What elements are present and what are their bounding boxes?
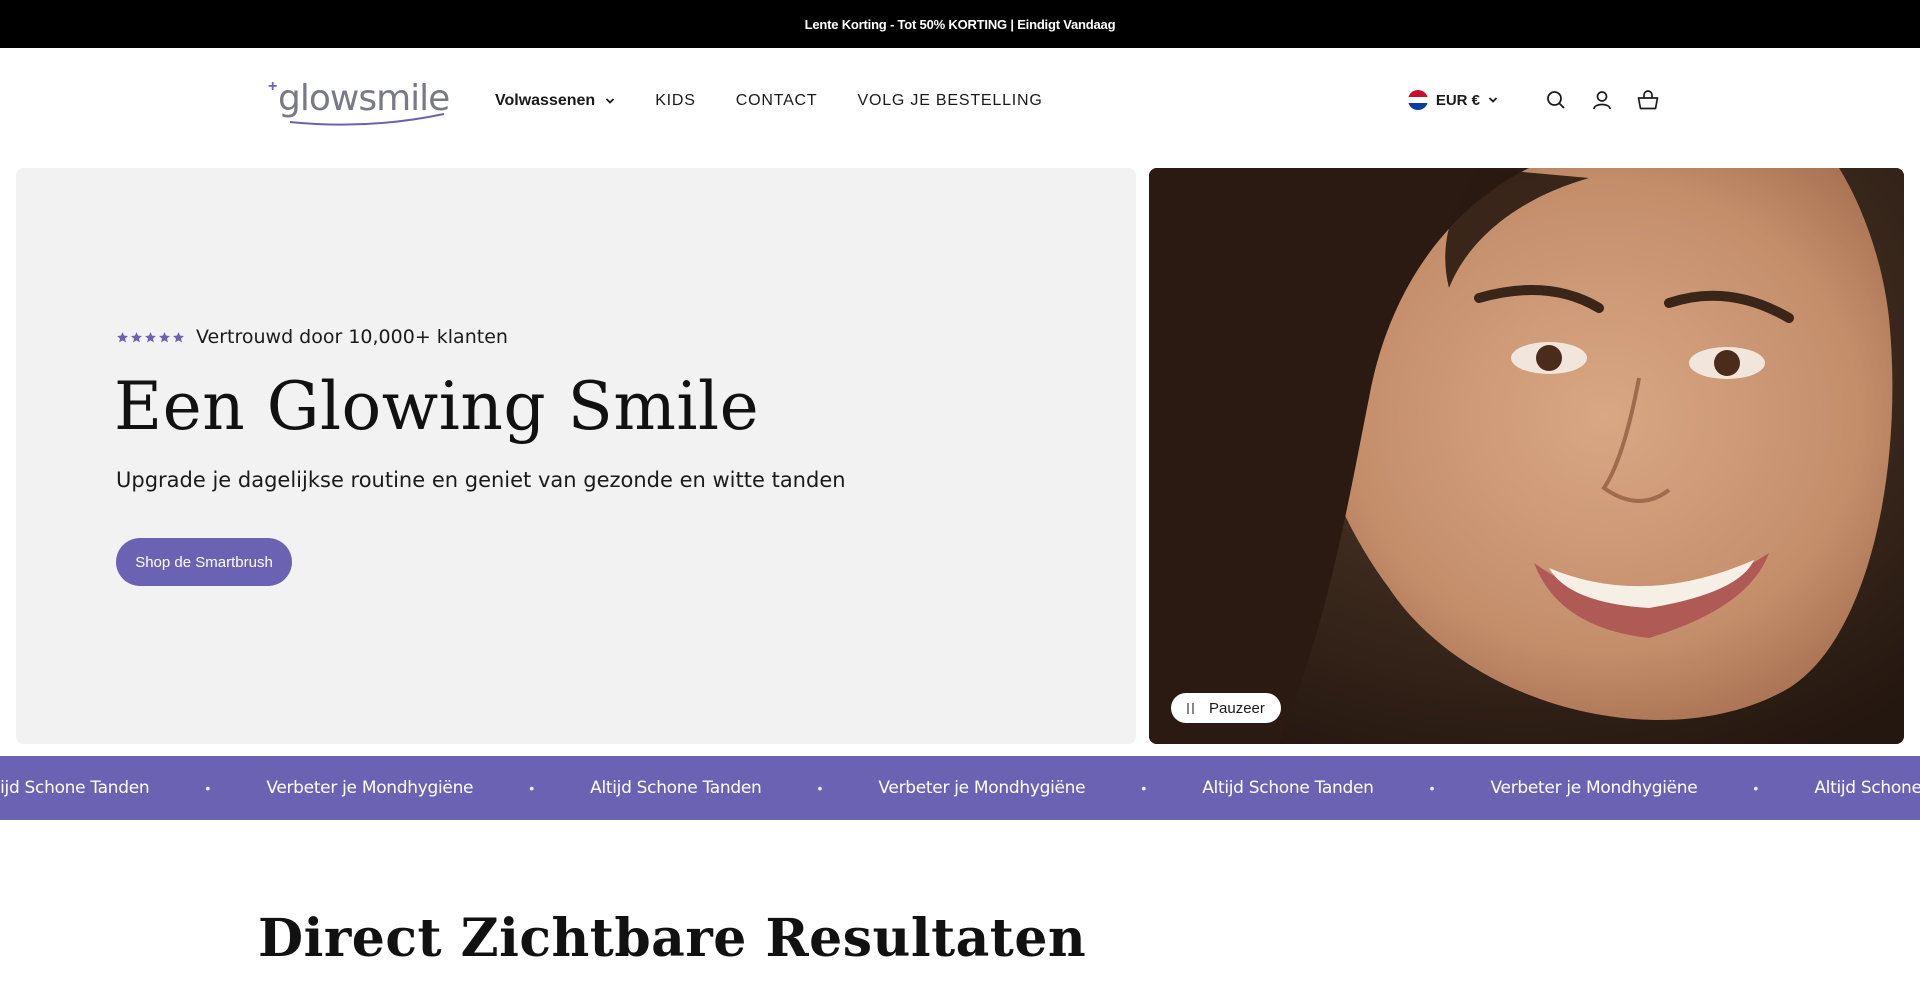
logo[interactable]: + glowsmile [268,78,450,126]
search-icon[interactable] [1544,88,1568,112]
star-icon [159,331,170,342]
shop-smartbrush-button[interactable]: Shop de Smartbrush [116,538,292,586]
account-icon[interactable] [1590,88,1614,112]
netherlands-flag-icon [1407,90,1428,110]
cart-icon[interactable] [1636,88,1660,112]
hero-title: Een Glowing Smile [114,368,760,445]
marquee-separator: • [1753,780,1759,796]
marquee-item: Verbeter je Mondhygiëne [266,778,474,798]
marquee-track: Altijd Schone Tanden • Verbeter je Mondhyg… [0,756,1920,820]
marquee-separator: • [1429,780,1435,796]
currency-selector[interactable]: EUR € [1407,90,1498,110]
hero-image: Pauzeer [1149,168,1904,744]
pause-button[interactable]: Pauzeer [1171,693,1281,723]
benefits-marquee: Altijd Schone Tanden • Verbeter je Mondhyg… [0,756,1920,820]
nav-item-kids[interactable]: KIDS [655,92,696,110]
rating: Vertrouwd door 10,000+ klanten [116,326,508,348]
star-icon [131,331,142,342]
marquee-item: Altijd Schone Tanden [590,778,762,798]
pause-label: Pauzeer [1209,699,1265,717]
pause-icon [1187,702,1197,714]
logo-swoosh-icon [289,113,445,126]
nav-item-contact[interactable]: CONTACT [736,92,818,110]
marquee-item: Verbeter je Mondhygiëne [1490,778,1698,798]
hero-subtitle: Upgrade je dagelijkse routine en geniet … [116,468,846,492]
marquee-item: Altijd Schone Tanden [0,778,150,798]
header-actions: EUR € [1407,88,1660,112]
star-icon [117,331,128,342]
nav-item-label: CONTACT [735,92,818,109]
marquee-item: Altijd Schone Tanden [1202,778,1374,798]
marquee-item: Verbeter je Mondhygiëne [878,778,1086,798]
announcement-bar: Lente Korting - Tot 50% KORTING | Eindig… [0,0,1920,48]
nav-item-label: KIDS [655,92,696,109]
chevron-down-icon [606,98,615,104]
marquee-separator: • [817,780,823,796]
smiling-woman-photo [1149,168,1904,744]
section-title: Direct Zichtbare Resultaten [258,908,1087,969]
currency-label: EUR € [1435,91,1480,109]
nav-item-volwassenen[interactable]: Volwassenen [495,92,615,110]
marquee-separator: • [205,780,211,796]
star-icon [173,331,184,342]
logo-sparkle-icon: + [268,78,278,95]
nav-item-label: Volwassenen [495,92,596,109]
nav-item-label: VOLG JE BESTELLING [857,92,1043,109]
hero-content-panel: Vertrouwd door 10,000+ klanten Een Glowi… [16,168,1136,744]
nav-item-track-order[interactable]: VOLG JE BESTELLING [857,92,1042,110]
marquee-separator: • [529,780,535,796]
site-header: + glowsmile Volwassenen KIDS CONTACT VOL… [0,48,1920,168]
marquee-separator: • [1141,780,1147,796]
marquee-item: Altijd Schone Tanden [1814,778,1920,798]
rating-text: Vertrouwd door 10,000+ klanten [196,326,508,348]
main-nav: Volwassenen KIDS CONTACT VOLG JE BESTELL… [495,92,1083,110]
chevron-down-icon [1488,97,1498,103]
rating-stars [116,331,186,344]
star-icon [145,331,156,342]
announcement-text: Lente Korting - Tot 50% KORTING | Eindig… [804,16,1116,32]
